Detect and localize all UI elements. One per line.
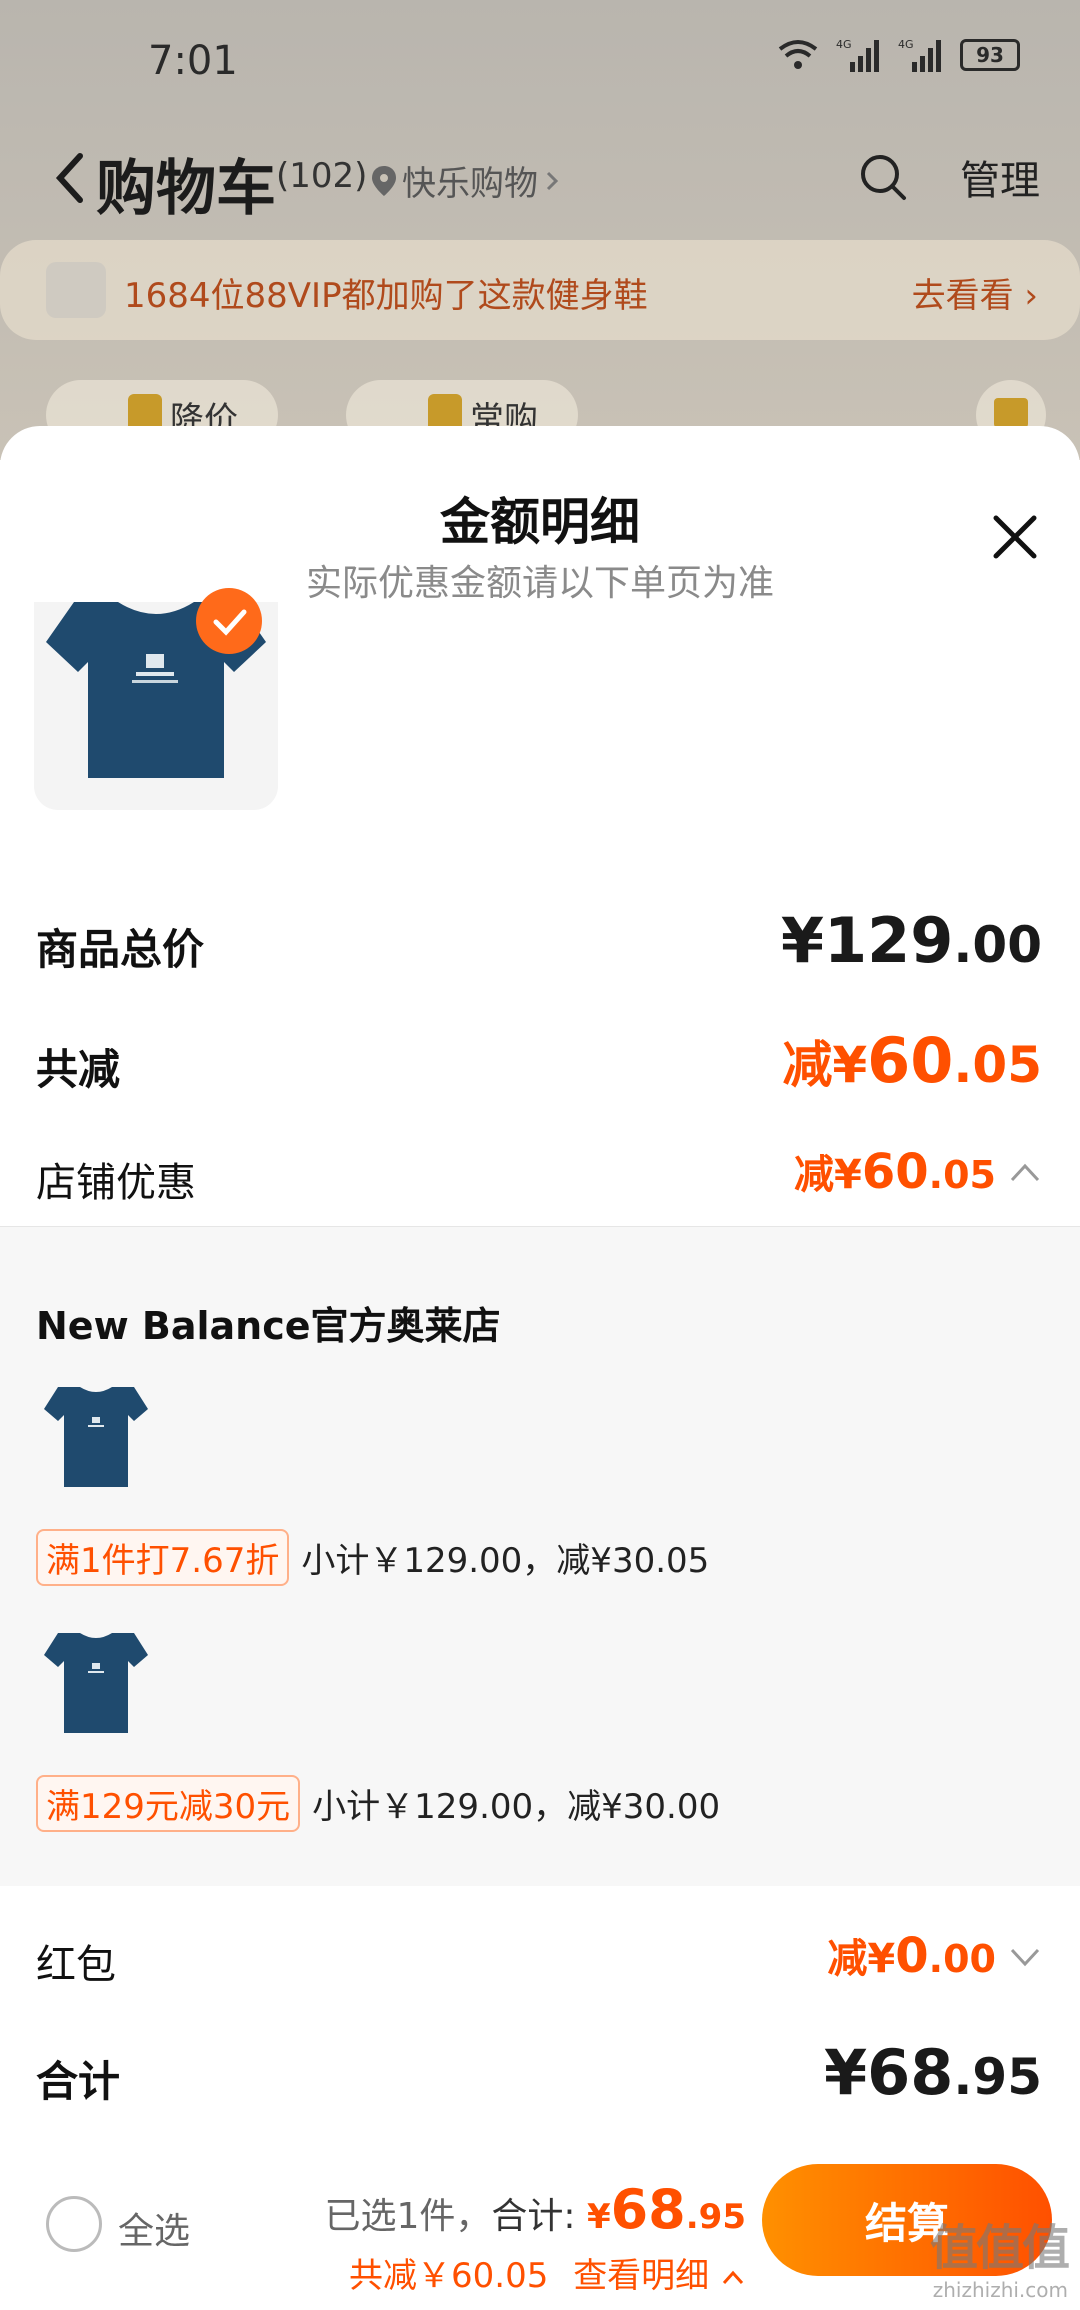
store-discount-label: 店铺优惠 xyxy=(36,1160,196,1206)
total-label: 合计: xyxy=(491,2196,587,2237)
location-selector[interactable]: 快乐购物 xyxy=(372,156,560,205)
store-discount-detail: New Balance官方奥莱店 满1件打7.67折 小计￥129.00，减¥3… xyxy=(0,1226,1080,1886)
manage-button[interactable]: 管理 xyxy=(960,148,1040,206)
folder-icon xyxy=(994,398,1028,428)
red-packet-label: 红包 xyxy=(36,1942,116,1988)
chevron-up-icon xyxy=(1010,1163,1040,1182)
promo-subtotal: 小计￥129.00，减¥30.00 xyxy=(312,1787,721,1827)
search-icon[interactable] xyxy=(858,152,908,202)
select-all-label[interactable]: 全选 xyxy=(118,2202,190,2254)
total-discount-row: 共减 减¥60.05 xyxy=(36,1024,1042,1104)
product-total-value: ¥129.00 xyxy=(780,904,1042,977)
chevron-right-icon xyxy=(546,171,559,190)
cart-page-background: 7:01 4G 4G 93 购物车 (102) 快乐购物 管理 1684位88V… xyxy=(0,0,1080,460)
amount-detail-sheet: 金额明细 实际优惠金额请以下单页为准 商品总价 ¥129.00 共减 减¥60.… xyxy=(0,426,1080,2156)
selected-check-icon xyxy=(196,588,262,654)
total-discount-value: 减¥60.05 xyxy=(782,1024,1042,1097)
watermark-url: zhizhizhi.com xyxy=(932,2278,1068,2302)
selected-summary: 已选1件，合计: ¥68.95 xyxy=(324,2178,746,2241)
battery-icon: 93 xyxy=(960,39,1020,71)
sheet-subtitle: 实际优惠金额请以下单页为准 xyxy=(305,563,774,604)
grand-total-row: 合计 ¥68.95 xyxy=(36,2036,1042,2116)
grand-total-label: 合计 xyxy=(36,2057,121,2106)
product-total-row: 商品总价 ¥129.00 xyxy=(36,904,1042,984)
vip-banner-text: 1684位88VIP都加购了这款健身鞋 xyxy=(124,276,648,316)
promo-tag: 满1件打7.67折 xyxy=(36,1529,290,1586)
status-time: 7:01 xyxy=(148,38,238,84)
wifi-icon xyxy=(778,40,818,69)
total-amount: ¥68.95 xyxy=(586,2178,746,2241)
watermark-logo: 值值值 xyxy=(929,2220,1070,2276)
chevron-up-icon xyxy=(722,2270,744,2284)
item-thumbnail-1[interactable] xyxy=(36,1379,156,1499)
cart-count: (102) xyxy=(276,156,368,196)
selected-count: 已选1件， xyxy=(324,2196,492,2237)
promo-line-2: 满129元减30元 小计￥129.00，减¥30.00 xyxy=(36,1775,720,1832)
shoe-thumbnail xyxy=(46,262,106,318)
store-discount-value: 减¥60.05 xyxy=(794,1144,996,1200)
discount-text: 共减￥60.05 xyxy=(349,2256,549,2296)
promo-subtotal: 小计￥129.00，减¥30.05 xyxy=(301,1541,710,1581)
location-label: 快乐购物 xyxy=(402,164,538,204)
store-discount-row[interactable]: 店铺优惠 减¥60.05 xyxy=(36,1142,1042,1212)
svg-text:4G: 4G xyxy=(898,38,914,51)
svg-text:4G: 4G xyxy=(836,38,852,51)
red-packet-value: 减¥0.00 xyxy=(827,1928,996,1984)
cart-title: 购物车 xyxy=(96,154,276,224)
discount-summary[interactable]: 共减￥60.05 查看明细 xyxy=(349,2248,746,2297)
back-arrow-icon[interactable] xyxy=(50,148,90,208)
chevron-down-icon xyxy=(1010,1948,1040,1967)
checkout-bar: 全选 已选1件，合计: ¥68.95 共减￥60.05 查看明细 结算 值值值 … xyxy=(0,2156,1080,2310)
red-packet-row[interactable]: 红包 减¥0.00 xyxy=(36,1926,1042,1996)
promo-line-1: 满1件打7.67折 小计￥129.00，减¥30.05 xyxy=(36,1529,709,1586)
grand-total-value: ¥68.95 xyxy=(824,2036,1042,2109)
vip-banner-link[interactable]: 去看看 › xyxy=(912,268,1038,317)
status-bar: 7:01 4G 4G 93 xyxy=(0,0,1080,120)
location-pin-icon xyxy=(372,165,396,196)
store-name: New Balance官方奥莱店 xyxy=(36,1304,501,1348)
sheet-title: 金额明细 xyxy=(440,493,640,551)
watermark: 值值值 zhizhizhi.com xyxy=(929,2208,1070,2302)
cart-header: 购物车 (102) 快乐购物 管理 xyxy=(0,130,1080,230)
signal-icon: 4G xyxy=(836,38,879,72)
promo-tag: 满129元减30元 xyxy=(36,1775,301,1832)
close-icon[interactable] xyxy=(990,512,1040,562)
signal-icon-2: 4G xyxy=(898,38,941,72)
select-all-radio[interactable] xyxy=(46,2196,102,2252)
vip-banner[interactable]: 1684位88VIP都加购了这款健身鞋 去看看 › xyxy=(0,240,1080,340)
product-total-label: 商品总价 xyxy=(36,925,205,974)
total-discount-label: 共减 xyxy=(36,1045,121,1094)
view-detail-link[interactable]: 查看明细 xyxy=(573,2256,709,2296)
system-icons: 4G 4G 93 xyxy=(778,38,1020,72)
item-thumbnail-2[interactable] xyxy=(36,1625,156,1745)
